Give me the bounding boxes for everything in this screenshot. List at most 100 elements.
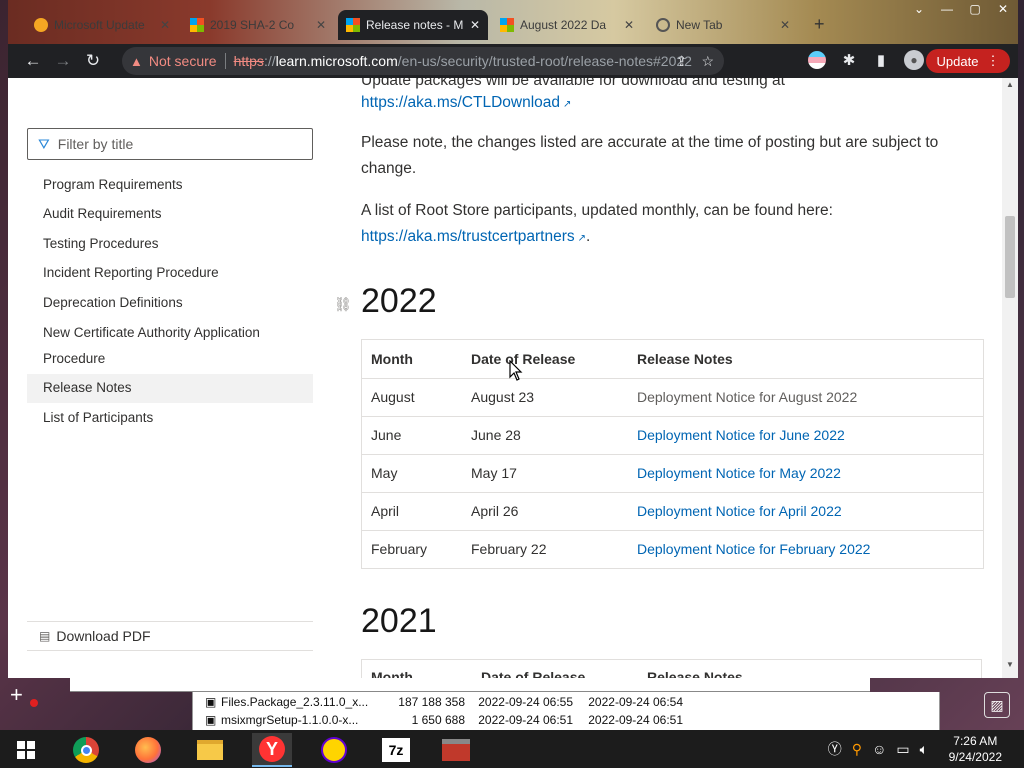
download-pdf-button[interactable]: ▤ Download PDF — [27, 621, 313, 651]
toc-label: Deprecation Definitions — [43, 294, 183, 310]
new-tab-button[interactable]: + — [814, 14, 825, 35]
toc-label: List of Participants — [43, 409, 154, 425]
close-tab-icon[interactable]: ✕ — [624, 18, 634, 32]
address-bar[interactable]: ▲ Not secure https :// learn.microsoft.c… — [122, 47, 724, 75]
file-row[interactable]: ▣ Files.Package_2.3.11.0_x... 187 188 35… — [205, 693, 683, 711]
minimize-icon[interactable]: — — [938, 2, 956, 16]
deployment-notice-link[interactable]: Deployment Notice for May 2022 — [637, 465, 841, 481]
toc-label: Program Requirements — [43, 176, 183, 192]
toc-item-incident-reporting[interactable]: Incident Reporting Procedure — [27, 259, 313, 289]
deployment-notice-link[interactable]: Deployment Notice for April 2022 — [637, 503, 842, 519]
forward-arrow-icon[interactable]: → — [48, 46, 78, 76]
yandex-browser-icon[interactable]: Y — [252, 733, 292, 767]
toc-item-audit-requirements[interactable]: Audit Requirements — [27, 200, 313, 230]
toc-item-new-ca-application[interactable]: New Certificate Authority Application Pr… — [27, 318, 313, 374]
yahoo-messenger-icon[interactable] — [314, 733, 354, 767]
volume-icon[interactable]: 🔈︎ — [920, 741, 928, 758]
plus-icon[interactable]: + — [10, 682, 23, 708]
cell-date: August 23 — [462, 378, 628, 417]
close-tab-icon[interactable]: ✕ — [470, 18, 480, 32]
emoji-tray-icon[interactable]: ☺ — [872, 741, 886, 757]
ctl-download-link[interactable]: https://aka.ms/CTLDownload — [361, 94, 560, 111]
maximize-icon[interactable]: ▢ — [966, 2, 984, 16]
toc-label: Release Notes — [43, 380, 132, 396]
reload-icon[interactable]: ↻ — [78, 46, 108, 76]
toc-item-list-of-participants[interactable]: List of Participants — [27, 403, 313, 433]
deployment-notice-link[interactable]: Deployment Notice for August 2022 — [637, 389, 857, 405]
tab-sha2[interactable]: 2019 SHA-2 Co ✕ — [182, 10, 334, 40]
scroll-down-icon[interactable]: ▼ — [1002, 660, 1018, 674]
taskbar-clock[interactable]: 7:26 AM 9/24/2022 — [949, 733, 1002, 765]
close-icon[interactable]: ✕ — [994, 2, 1012, 16]
not-secure-label[interactable]: Not secure — [149, 53, 217, 69]
image-icon[interactable]: ▨ — [984, 692, 1010, 718]
mouse-cursor-icon — [509, 360, 523, 381]
filter-icon: ⛛ — [38, 135, 50, 152]
table-row: May May 17 Deployment Notice for May 202… — [362, 454, 983, 493]
close-tab-icon[interactable]: ✕ — [160, 18, 170, 32]
scroll-thumb[interactable] — [1005, 216, 1015, 298]
page-scrollbar[interactable] — [1002, 78, 1018, 678]
url-separator: :// — [263, 53, 276, 69]
bookmark-star-icon[interactable]: ☆ — [701, 53, 714, 70]
microsoft-logo-icon — [500, 18, 514, 32]
tab-label: August 2022 Da — [520, 18, 607, 32]
tab-new-tab[interactable]: New Tab ✕ — [648, 10, 798, 40]
back-arrow-icon[interactable]: ← — [18, 46, 48, 76]
7zip-icon[interactable]: 7z — [376, 733, 416, 767]
browser-window: Microsoft Update ✕ 2019 SHA-2 Co ✕ Relea… — [8, 0, 1018, 678]
deployment-notice-link[interactable]: Deployment Notice for February 2022 — [637, 541, 870, 557]
tab-release-notes[interactable]: Release notes - M ✕ — [338, 10, 488, 40]
chevron-down-icon[interactable]: ⌄ — [910, 2, 928, 16]
url-path: /en-us/security/trusted-root/release-not… — [397, 53, 692, 69]
cell-date: April 26 — [462, 492, 628, 531]
trustcertpartners-link[interactable]: https://aka.ms/trustcertpartners — [361, 228, 575, 245]
link-anchor-icon[interactable]: ⛓ — [334, 296, 352, 313]
close-tab-icon[interactable]: ✕ — [316, 18, 326, 32]
file-size: 187 188 358 — [398, 695, 465, 709]
side-panel-icon[interactable]: ▮ — [872, 51, 890, 69]
cell-date: February 22 — [471, 541, 547, 558]
table-row: June June 28 Deployment Notice for June … — [362, 416, 983, 455]
toc-item-deprecation-definitions[interactable]: Deprecation Definitions — [27, 288, 313, 318]
table-row: February February 22 Deployment Notice f… — [362, 530, 983, 568]
tab-label: Microsoft Update — [54, 18, 145, 32]
toc-item-release-notes[interactable]: Release Notes — [27, 373, 313, 403]
separator — [224, 53, 226, 69]
tab-microsoft-update[interactable]: Microsoft Update ✕ — [26, 10, 178, 40]
package-file-icon: ▣ — [205, 695, 217, 709]
share-icon[interactable]: ⇪ — [676, 53, 688, 70]
tab-august-2022[interactable]: August 2022 Da ✕ — [492, 10, 642, 40]
profile-avatar-icon[interactable]: ● — [904, 50, 924, 70]
extensions-area: ✱ ▮ ● — [808, 50, 924, 70]
filter-by-title-input[interactable]: ⛛ Filter by title — [27, 128, 313, 160]
tab-label: New Tab — [676, 18, 723, 32]
column-header-notes: Release Notes — [647, 669, 743, 678]
scroll-up-icon[interactable]: ▲ — [1002, 80, 1018, 94]
yandex-tray-icon[interactable]: Ⓨ — [828, 739, 842, 759]
firefox-icon[interactable] — [128, 733, 168, 767]
update-button[interactable]: Update ⋮ — [926, 49, 1010, 73]
puzzle-extensions-icon[interactable]: ✱ — [840, 51, 858, 69]
flag-extension-icon[interactable] — [808, 51, 826, 69]
table-row: April April 26 Deployment Notice for Apr… — [362, 492, 983, 531]
file-row[interactable]: ▣ msixmgrSetup-1.1.0.0-x... 1 650 688 20… — [205, 711, 683, 729]
tab-label: Release notes - M — [366, 18, 464, 32]
setup-file-icon: ▣ — [205, 713, 217, 727]
deployment-notice-link[interactable]: Deployment Notice for June 2022 — [637, 427, 845, 443]
toc-item-program-requirements[interactable]: Program Requirements — [27, 170, 313, 200]
microsoft-update-favicon-icon — [34, 18, 48, 32]
update-label: Update — [936, 53, 979, 69]
chrome-icon[interactable] — [66, 733, 106, 767]
more-menu-icon[interactable]: ⋮ — [986, 53, 999, 69]
microsoft-logo-icon — [346, 18, 360, 32]
network-icon[interactable]: ▭ — [896, 741, 909, 758]
close-tab-icon[interactable]: ✕ — [780, 18, 790, 32]
file-explorer-icon[interactable] — [190, 733, 230, 767]
toc-label: New Certificate Authority Application Pr… — [43, 324, 260, 366]
search-icon[interactable]: ⚲ — [852, 741, 862, 758]
toolbox-app-icon[interactable] — [436, 733, 476, 767]
toc-item-testing-procedures[interactable]: Testing Procedures — [27, 229, 313, 259]
windows-start-icon[interactable] — [6, 733, 46, 767]
cell-date: May 17 — [462, 454, 628, 493]
